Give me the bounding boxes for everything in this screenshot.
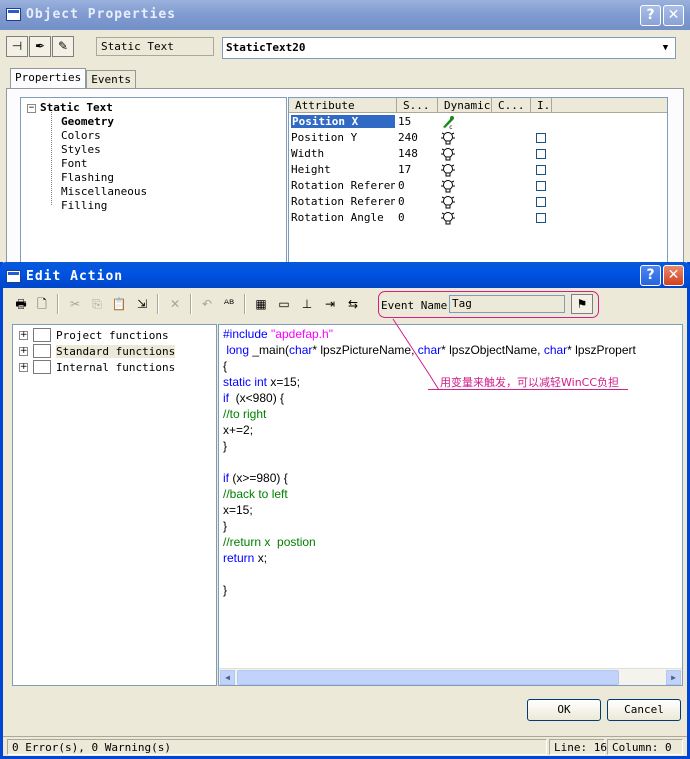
code-line: return x; bbox=[223, 551, 268, 565]
indirect-checkbox[interactable] bbox=[536, 181, 546, 191]
lightbulb-icon[interactable] bbox=[441, 179, 455, 193]
code-line: } bbox=[223, 583, 228, 597]
tree-item-font[interactable]: Font bbox=[61, 157, 88, 170]
code-line: } bbox=[223, 439, 228, 453]
tree-item-colors[interactable]: Colors bbox=[61, 129, 101, 142]
properties-tabs: Properties Events bbox=[10, 68, 136, 88]
tree-item-styles[interactable]: Styles bbox=[61, 143, 101, 156]
close-icon[interactable]: ✕ bbox=[663, 5, 684, 26]
ok-button[interactable]: OK bbox=[527, 699, 601, 721]
object-type-field: Static Text bbox=[96, 37, 214, 56]
col-indirect[interactable]: I. bbox=[537, 99, 550, 112]
scrollbar-thumb[interactable] bbox=[237, 670, 619, 685]
properties-toolbar: ⊣ ✒ ✎ bbox=[6, 36, 74, 58]
code-line: //back to left bbox=[223, 487, 288, 501]
tree-item-miscellaneous[interactable]: Miscellaneous bbox=[61, 185, 147, 198]
attr-name: Position Y bbox=[291, 131, 358, 144]
attribute-table: Attribute S... Dynamic C... I. Position … bbox=[288, 97, 668, 265]
attr-name: Width bbox=[291, 147, 325, 160]
code-line: //to right bbox=[223, 407, 267, 421]
code-line: x=15; bbox=[223, 503, 253, 517]
indirect-checkbox[interactable] bbox=[536, 197, 546, 207]
scroll-right-icon[interactable]: ▶ bbox=[666, 670, 681, 685]
attr-value[interactable]: 15 bbox=[398, 115, 411, 128]
object-name-value: StaticText20 bbox=[226, 41, 306, 54]
table-row[interactable]: Rotation Angle 0 bbox=[289, 210, 667, 226]
tab-events[interactable]: Events bbox=[86, 70, 136, 88]
attr-value[interactable]: 148 bbox=[398, 147, 418, 160]
tree-item-filling[interactable]: Filling bbox=[61, 199, 107, 212]
svg-text:c: c bbox=[449, 124, 453, 129]
code-line: //return x postion bbox=[223, 535, 316, 549]
object-name-select[interactable]: StaticText20 ▼ bbox=[222, 37, 676, 59]
tab-properties[interactable]: Properties bbox=[10, 68, 87, 88]
tag-linked-icon[interactable]: c bbox=[441, 115, 455, 129]
table-row[interactable]: Rotation Reference 0 bbox=[289, 178, 667, 194]
chevron-down-icon[interactable]: ▼ bbox=[657, 39, 674, 57]
window-icon bbox=[6, 8, 21, 21]
attr-value[interactable]: 0 bbox=[398, 179, 405, 192]
scroll-left-icon[interactable]: ◀ bbox=[220, 670, 235, 685]
attr-name: Rotation Reference bbox=[291, 179, 395, 192]
object-properties-window: Object Properties ? ✕ ⊣ ✒ ✎ Static Text … bbox=[0, 0, 690, 265]
tree-item-geometry[interactable]: Geometry bbox=[61, 115, 114, 128]
table-row[interactable]: Position X 15 c bbox=[289, 114, 667, 130]
code-line: if (x>=980) { bbox=[223, 471, 288, 485]
code-line: x+=2; bbox=[223, 423, 254, 437]
object-properties-titlebar[interactable]: Object Properties ? ✕ bbox=[0, 0, 690, 30]
indirect-checkbox[interactable] bbox=[536, 149, 546, 159]
tree-root[interactable]: − Static Text bbox=[27, 101, 113, 114]
attr-value[interactable]: 240 bbox=[398, 131, 418, 144]
collapse-icon[interactable]: − bbox=[27, 103, 36, 113]
indirect-checkbox[interactable] bbox=[536, 213, 546, 223]
help-icon[interactable]: ? bbox=[640, 5, 661, 26]
attr-value[interactable]: 17 bbox=[398, 163, 411, 176]
table-row[interactable]: Height 17 bbox=[289, 162, 667, 178]
lightbulb-icon[interactable] bbox=[441, 131, 455, 145]
attr-name: Position X bbox=[291, 115, 395, 128]
status-line: Line: 16 bbox=[549, 739, 607, 755]
lightbulb-icon[interactable] bbox=[441, 211, 455, 225]
col-current[interactable]: C... bbox=[498, 99, 525, 112]
attr-value[interactable]: 0 bbox=[398, 211, 405, 224]
annotation-note: 用变量来触发，可以减轻WinCC负担 bbox=[440, 376, 620, 389]
col-dynamic[interactable]: Dynamic bbox=[444, 99, 490, 112]
tree-item-flashing[interactable]: Flashing bbox=[61, 171, 114, 184]
pipette-apply-icon[interactable]: ✎ bbox=[52, 36, 74, 57]
window-title: Object Properties bbox=[26, 7, 177, 22]
table-row[interactable]: Rotation Reference 0 bbox=[289, 194, 667, 210]
property-tree: − Static Text Geometry Colors Styles Font… bbox=[20, 97, 287, 265]
code-line: } bbox=[223, 519, 228, 533]
indirect-checkbox[interactable] bbox=[536, 133, 546, 143]
col-attribute[interactable]: Attribute bbox=[295, 99, 355, 112]
status-column: Column: 0 bbox=[607, 739, 683, 755]
lightbulb-icon[interactable] bbox=[441, 147, 455, 161]
attr-name: Rotation Angle bbox=[291, 211, 384, 224]
attr-value[interactable]: 0 bbox=[398, 195, 405, 208]
tree-connector bbox=[51, 112, 52, 205]
lightbulb-icon[interactable] bbox=[441, 195, 455, 209]
pipette-icon[interactable]: ✒ bbox=[29, 36, 51, 57]
table-row[interactable]: Width 148 bbox=[289, 146, 667, 162]
attr-name: Rotation Reference bbox=[291, 195, 395, 208]
status-bar: 0 Error(s), 0 Warning(s) Line: 16 Column… bbox=[3, 736, 687, 756]
table-row[interactable]: Position Y 240 bbox=[289, 130, 667, 146]
annotation-underline bbox=[428, 389, 628, 390]
col-static[interactable]: S... bbox=[403, 99, 430, 112]
horizontal-scrollbar[interactable]: ◀ ▶ bbox=[219, 668, 682, 685]
edit-action-dialog: Edit Action ? ✕ 🖶 🗋 ✂ ⎘ 📋 ⇲ ✕ ↶ ᴬᴮ ▦ ▭ ⊥… bbox=[0, 262, 690, 759]
indirect-checkbox[interactable] bbox=[536, 165, 546, 175]
pin-icon[interactable]: ⊣ bbox=[6, 36, 28, 57]
cancel-button[interactable]: Cancel bbox=[607, 699, 681, 721]
status-errors: 0 Error(s), 0 Warning(s) bbox=[7, 739, 547, 755]
attr-name: Height bbox=[291, 163, 331, 176]
lightbulb-icon[interactable] bbox=[441, 163, 455, 177]
attribute-table-header: Attribute S... Dynamic C... I. bbox=[289, 98, 667, 113]
